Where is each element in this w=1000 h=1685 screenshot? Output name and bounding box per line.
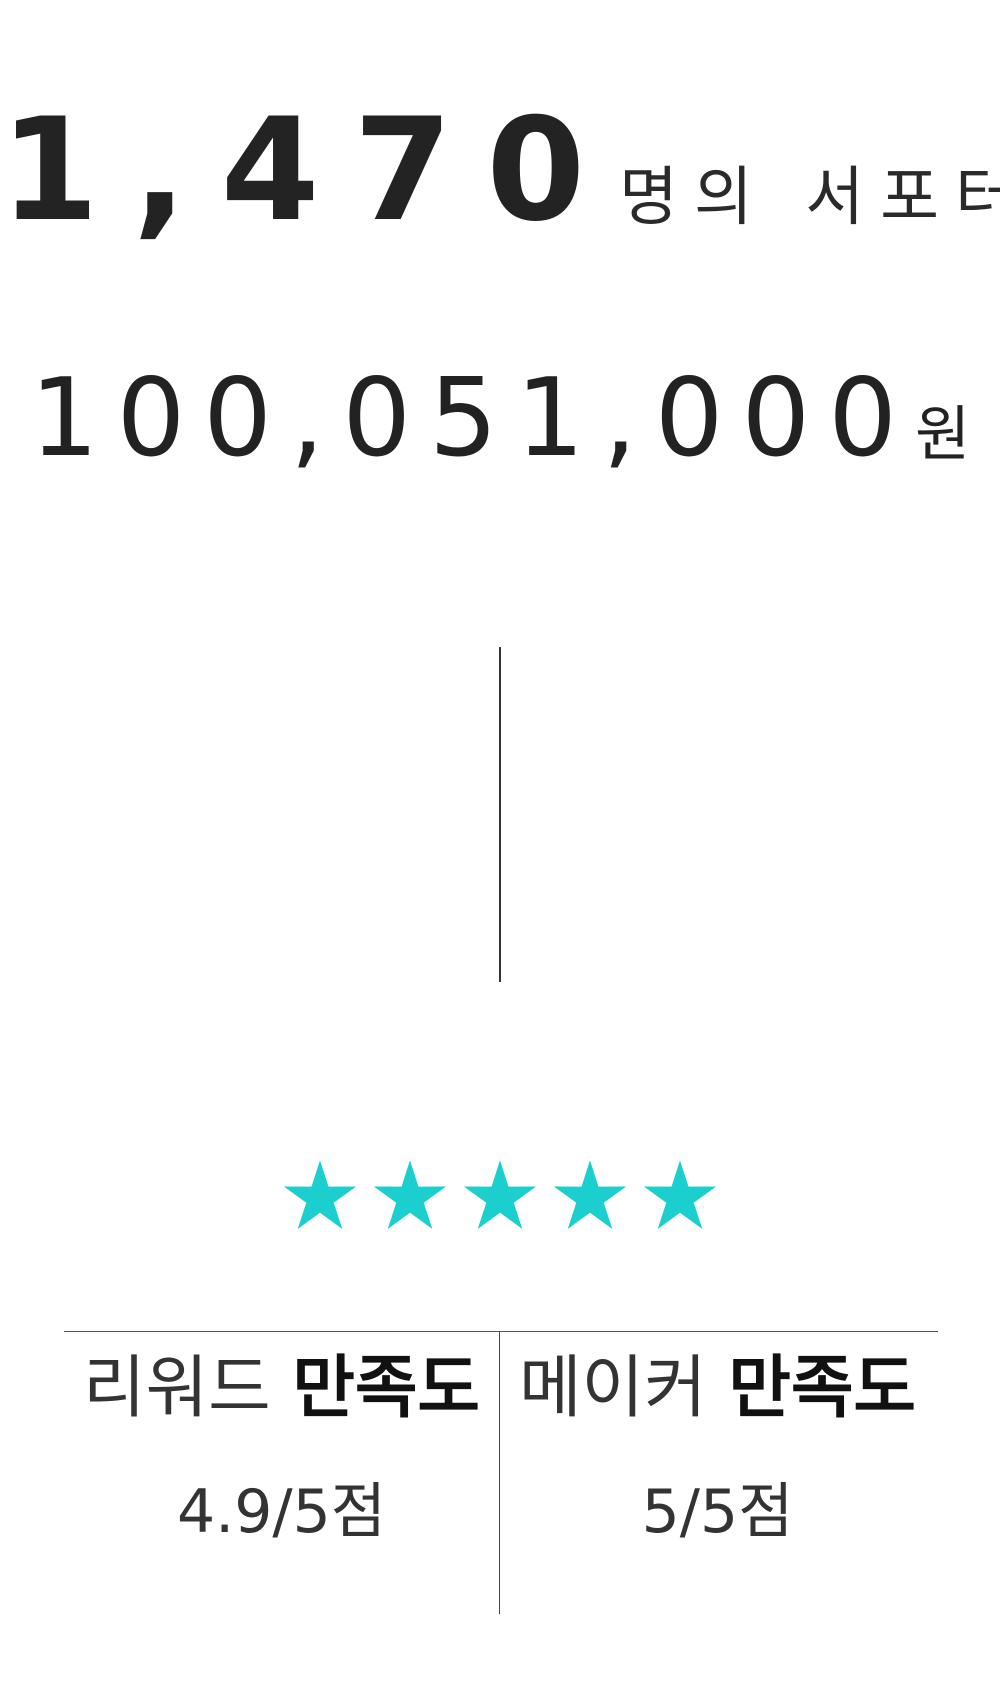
- maker-satisfaction-title: 메이커 만족도: [500, 1345, 935, 1433]
- star-icon: [373, 1160, 447, 1230]
- supporter-count: 1,470명의 서포터: [0, 100, 1000, 242]
- star-icon: [553, 1160, 627, 1230]
- supporter-count-number: 1,470: [0, 88, 620, 253]
- reward-satisfaction-title: 리워드 만족도: [64, 1345, 499, 1433]
- star-icon: [463, 1160, 537, 1230]
- reward-satisfaction-label: 만족도: [292, 1349, 480, 1428]
- maker-satisfaction: 메이커 만족도 5/5점: [500, 1345, 935, 1550]
- funding-amount: 100,051,000원: [0, 365, 1000, 473]
- maker-satisfaction-prefix: 메이커: [519, 1349, 707, 1428]
- maker-satisfaction-score: 5/5점: [641, 1477, 794, 1548]
- star-icon: [283, 1160, 357, 1230]
- funding-amount-number: 100,051,000: [29, 356, 915, 481]
- reward-satisfaction-score: 4.9/5점: [176, 1477, 386, 1548]
- reward-satisfaction-prefix: 리워드: [83, 1349, 271, 1428]
- star-rating: [0, 1158, 1000, 1248]
- reward-satisfaction: 리워드 만족도 4.9/5점: [64, 1345, 499, 1550]
- funding-amount-unit: 원: [914, 400, 971, 470]
- star-icon: [643, 1160, 717, 1230]
- supporter-count-unit: 명의 서포터: [619, 161, 1000, 235]
- maker-satisfaction-label: 만족도: [728, 1349, 916, 1428]
- horizontal-divider: [64, 1331, 938, 1332]
- vertical-divider-top: [499, 647, 501, 982]
